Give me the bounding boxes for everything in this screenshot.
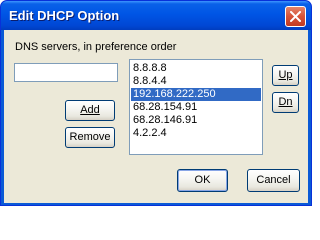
move-up-button-label: Up xyxy=(278,69,293,81)
move-down-button-label: Dn xyxy=(278,96,293,108)
close-button[interactable] xyxy=(285,6,306,27)
list-item[interactable]: 4.2.2.4 xyxy=(131,127,261,140)
add-button[interactable]: Add xyxy=(65,100,115,121)
cancel-button-label: Cancel xyxy=(256,174,291,186)
list-item[interactable]: 8.8.8.8 xyxy=(131,62,261,75)
ok-button-label: OK xyxy=(194,174,211,186)
list-item-selected[interactable]: 192.168.222.250 xyxy=(131,88,261,101)
window-title: Edit DHCP Option xyxy=(9,8,120,23)
dns-server-list[interactable]: 8.8.8.8 8.8.4.4 192.168.222.250 68.28.15… xyxy=(129,59,263,155)
list-item[interactable]: 68.28.154.91 xyxy=(131,101,261,114)
dialog-window: Edit DHCP Option DNS servers, in prefere… xyxy=(0,0,312,206)
remove-button-label: Remove xyxy=(69,131,111,143)
title-bar[interactable]: Edit DHCP Option xyxy=(1,1,311,30)
move-up-button[interactable]: Up xyxy=(272,65,299,86)
dns-servers-label: DNS servers, in preference order xyxy=(15,41,177,53)
remove-button[interactable]: Remove xyxy=(65,127,115,148)
move-down-button[interactable]: Dn xyxy=(272,92,299,113)
ok-button[interactable]: OK xyxy=(177,169,228,192)
add-button-label: Add xyxy=(80,104,100,116)
list-item[interactable]: 68.28.146.91 xyxy=(131,114,261,127)
list-item[interactable]: 8.8.4.4 xyxy=(131,75,261,88)
cancel-button[interactable]: Cancel xyxy=(247,169,300,192)
close-icon xyxy=(290,11,301,22)
dialog-body: DNS servers, in preference order Add Rem… xyxy=(4,30,308,203)
dns-server-input[interactable] xyxy=(14,63,118,82)
